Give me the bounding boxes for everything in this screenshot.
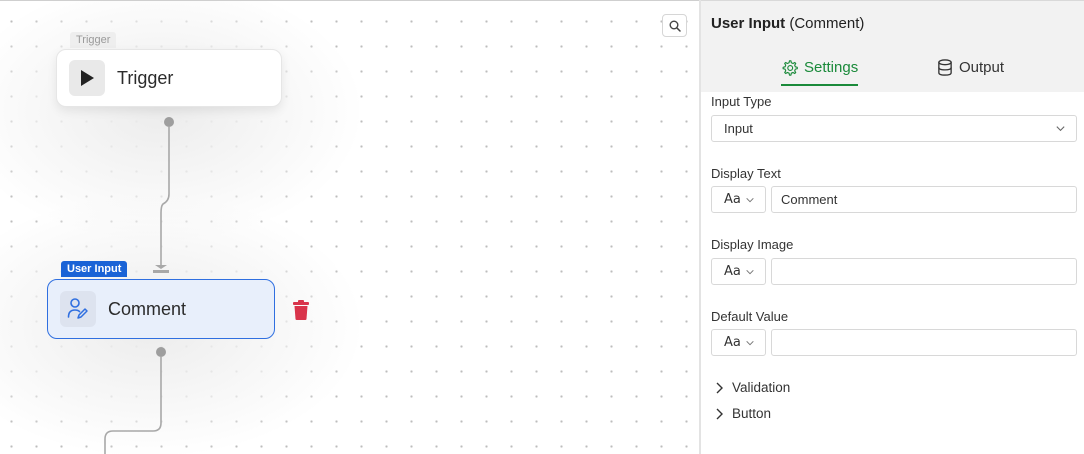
comment-output-port <box>156 347 166 357</box>
panel-title-main: User Input <box>711 15 786 32</box>
comment-node-tag: User Input <box>61 261 128 277</box>
user-edit-icon <box>60 291 96 327</box>
text-type-icon: Aa <box>724 335 741 350</box>
input-type-value: Input <box>724 121 753 136</box>
comment-input-port <box>153 270 169 273</box>
tab-settings-label: Settings <box>804 58 859 76</box>
tab-output[interactable]: Output <box>937 49 1004 85</box>
workflow-canvas[interactable]: Trigger Trigger User Input Comment <box>0 0 700 454</box>
chevron-down-icon <box>1056 126 1065 132</box>
tab-output-label: Output <box>959 58 1005 76</box>
edge-arrowhead <box>155 265 167 269</box>
chevron-down-icon <box>746 269 754 274</box>
panel-header: User Input (Comment) Settings Output <box>701 0 1084 92</box>
display-image-type-dropdown[interactable]: Aa <box>711 258 766 285</box>
validation-section-toggle[interactable]: Validation <box>715 380 790 395</box>
input-type-label: Input Type <box>711 94 772 109</box>
comment-node-label: Comment <box>108 298 187 319</box>
trigger-output-port <box>164 117 174 127</box>
display-image-input[interactable] <box>771 258 1077 285</box>
display-text-label: Display Text <box>711 166 781 181</box>
trigger-node[interactable]: Trigger <box>56 49 282 107</box>
node-settings-panel: User Input (Comment) Settings Output Inp… <box>699 0 1084 454</box>
default-value-input[interactable] <box>771 329 1077 356</box>
button-section-toggle[interactable]: Button <box>715 406 771 421</box>
comment-next-edge <box>104 357 162 454</box>
default-value-label: Default Value <box>711 309 789 324</box>
trigger-to-comment-edge <box>160 127 170 268</box>
chevron-down-icon <box>746 197 754 202</box>
default-value-type-dropdown[interactable]: Aa <box>711 329 766 356</box>
trigger-node-label: Trigger <box>117 67 174 88</box>
delete-node-button[interactable] <box>291 299 311 321</box>
display-image-label: Display Image <box>711 237 794 252</box>
panel-title: User Input (Comment) <box>711 15 864 32</box>
comment-node[interactable]: Comment <box>47 279 275 339</box>
trigger-node-tag: Trigger <box>70 32 117 48</box>
chevron-down-icon <box>746 340 754 345</box>
trash-icon <box>293 300 309 320</box>
database-icon <box>938 58 952 76</box>
input-type-select[interactable]: Input <box>711 115 1077 142</box>
panel-title-sub: (Comment) <box>789 15 865 32</box>
gear-icon <box>782 59 798 76</box>
canvas-search-button[interactable] <box>662 14 687 37</box>
display-text-type-dropdown[interactable]: Aa <box>711 186 766 213</box>
chevron-right-icon <box>716 408 723 419</box>
display-text-input[interactable]: Comment <box>771 186 1077 213</box>
validation-section-label: Validation <box>732 380 791 395</box>
search-icon <box>669 20 681 32</box>
button-section-label: Button <box>732 406 772 421</box>
chevron-right-icon <box>716 382 723 393</box>
tab-settings[interactable]: Settings <box>781 49 859 86</box>
text-type-icon: Aa <box>724 192 741 207</box>
text-type-icon: Aa <box>724 264 741 279</box>
play-icon <box>69 60 105 96</box>
